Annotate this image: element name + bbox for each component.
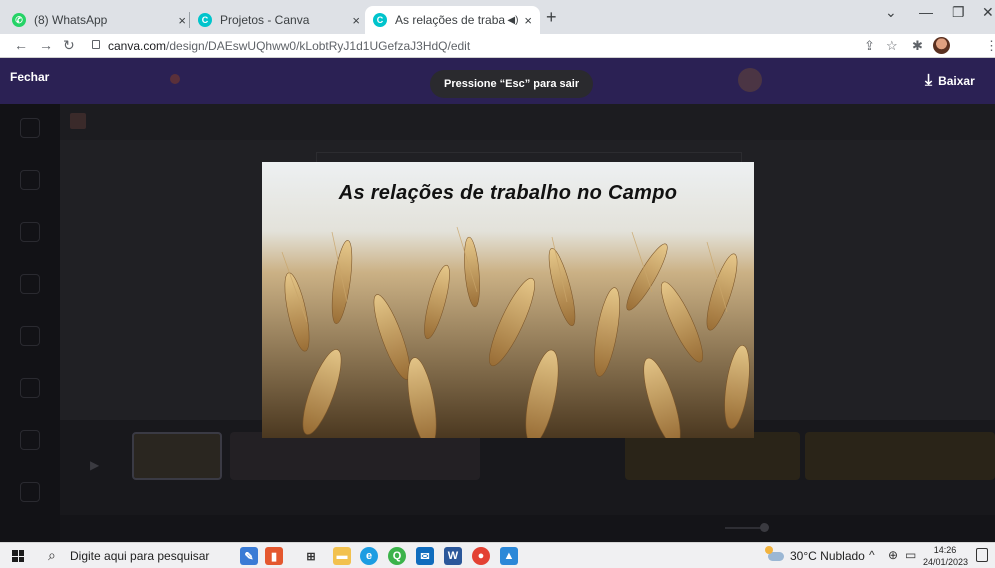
sidebar-item-video[interactable] bbox=[20, 378, 40, 398]
sidebar-item-apps[interactable] bbox=[20, 482, 40, 502]
reload-icon[interactable]: ↻ bbox=[63, 37, 75, 54]
profile-avatar[interactable] bbox=[933, 37, 950, 54]
tab-canva-projects[interactable]: C Projetos - Canva × bbox=[190, 6, 368, 34]
menu-dots-icon[interactable]: ⋮ bbox=[985, 38, 995, 54]
zoom-slider[interactable] bbox=[725, 527, 765, 529]
clock-time: 14:26 bbox=[933, 545, 957, 555]
word-icon[interactable]: W bbox=[444, 547, 462, 565]
new-tab-button[interactable]: + bbox=[546, 7, 557, 28]
url-host: canva.com bbox=[108, 39, 167, 53]
close-icon[interactable]: × bbox=[524, 13, 532, 28]
slide-title: As relações de trabalho no Campo bbox=[338, 182, 678, 204]
presentation-slide: As relações de trabalho no Campo bbox=[262, 162, 754, 438]
close-icon[interactable]: × bbox=[178, 13, 186, 28]
timeline-clip[interactable] bbox=[625, 432, 800, 480]
chrome-icon[interactable]: ● bbox=[472, 547, 490, 565]
sidebar-item-text[interactable] bbox=[20, 274, 40, 294]
qbittorrent-icon[interactable]: Q bbox=[388, 547, 406, 565]
notification-icon[interactable] bbox=[976, 548, 988, 562]
share-icon[interactable]: ⇪ bbox=[864, 38, 875, 54]
close-button[interactable]: Fechar bbox=[10, 70, 49, 84]
taskbar-clock[interactable]: 14:26 24/01/2023 bbox=[923, 544, 969, 568]
taskbar-search-input[interactable]: Digite aqui para pesquisar bbox=[70, 549, 209, 563]
record-icon bbox=[170, 74, 180, 84]
address-bar: ← → ↻ canva.com/design/DAEswUQhww0/kLobt… bbox=[0, 34, 995, 58]
weather-widget[interactable]: 30°C Nublado bbox=[765, 545, 865, 563]
browser-tab-strip: ✆ (8) WhatsApp × C Projetos - Canva × C … bbox=[0, 0, 995, 34]
url-field[interactable]: canva.com/design/DAEswUQhww0/kLobtRyJ1d1… bbox=[108, 39, 470, 53]
extensions-icon[interactable]: ✱ bbox=[912, 38, 923, 54]
timeline-clip[interactable] bbox=[805, 432, 995, 480]
back-arrow-icon[interactable]: ← bbox=[14, 37, 28, 53]
download-button[interactable]: ⤓ Baixar bbox=[925, 66, 995, 96]
file-explorer-icon[interactable]: ▬ bbox=[333, 547, 351, 565]
user-avatar bbox=[738, 68, 762, 92]
sidebar-item-audio[interactable] bbox=[20, 326, 40, 346]
weather-cloud-icon bbox=[765, 545, 784, 561]
tab-search-icon[interactable]: ⌄ bbox=[885, 4, 897, 21]
clock-date: 24/01/2023 bbox=[923, 557, 969, 567]
editor-sidebar bbox=[0, 104, 60, 542]
timeline-clip[interactable] bbox=[230, 432, 480, 480]
restore-icon[interactable]: ❐ bbox=[952, 4, 965, 21]
audio-playing-icon[interactable]: ◀) bbox=[507, 15, 518, 26]
close-icon[interactable]: × bbox=[352, 13, 360, 28]
edge-icon[interactable]: e bbox=[360, 547, 378, 565]
photos-icon[interactable]: ▲ bbox=[500, 547, 518, 565]
exit-fullscreen-hint: Pressione “Esc” para sair bbox=[430, 70, 594, 98]
forward-arrow-icon[interactable]: → bbox=[39, 37, 53, 53]
canva-icon: C bbox=[198, 13, 212, 27]
url-path: /design/DAEswUQhww0/kLobtRyJ1d1UGefzaJ3H… bbox=[166, 39, 471, 53]
whatsapp-icon: ✆ bbox=[12, 13, 26, 27]
window-close-icon[interactable]: ✕ bbox=[982, 4, 994, 21]
sidebar-item-elements[interactable] bbox=[20, 170, 40, 190]
tab-title: As relações de trabalho no C bbox=[395, 13, 506, 27]
play-icon[interactable]: ▶ bbox=[90, 458, 99, 472]
tab-title: Projetos - Canva bbox=[220, 13, 310, 27]
sidebar-item-uploads[interactable] bbox=[20, 222, 40, 242]
sidebar-item-projects[interactable] bbox=[20, 430, 40, 450]
timeline-clip[interactable] bbox=[132, 432, 222, 480]
tab-whatsapp[interactable]: ✆ (8) WhatsApp × bbox=[4, 6, 194, 34]
paint-icon[interactable]: ✎ bbox=[240, 547, 258, 565]
sidebar-item-design[interactable] bbox=[20, 118, 40, 138]
mail-icon[interactable]: ✉ bbox=[416, 547, 434, 565]
windows-taskbar: ⌕ Digite aqui para pesquisar ✎ ▮ ⊞ ▬ e Q… bbox=[0, 542, 995, 568]
download-icon: ⤓ bbox=[925, 72, 933, 89]
windows-start-icon[interactable] bbox=[12, 550, 24, 562]
canva-icon: C bbox=[373, 13, 387, 27]
battery-icon[interactable]: ▭ bbox=[905, 548, 916, 562]
task-view-icon[interactable]: ⊞ bbox=[302, 547, 320, 565]
editor-toolbar bbox=[60, 104, 995, 140]
weather-text: 30°C Nublado bbox=[790, 549, 865, 563]
editor-bottom-bar bbox=[60, 515, 995, 542]
color-swatch[interactable] bbox=[70, 113, 86, 129]
download-label: Baixar bbox=[938, 74, 975, 88]
lock-icon bbox=[92, 40, 100, 49]
bookmark-star-icon[interactable]: ☆ bbox=[886, 38, 898, 54]
tab-canva-design[interactable]: C As relações de trabalho no C ◀) × bbox=[365, 6, 540, 34]
minimize-icon[interactable]: — bbox=[919, 4, 933, 20]
tab-title: (8) WhatsApp bbox=[34, 13, 108, 27]
app-icon[interactable]: ▮ bbox=[265, 547, 283, 565]
search-icon[interactable]: ⌕ bbox=[48, 547, 56, 564]
zoom-slider-handle[interactable] bbox=[760, 523, 769, 532]
tray-chevron-icon[interactable]: ^ bbox=[869, 548, 875, 562]
network-icon[interactable]: ⊕ bbox=[888, 548, 898, 562]
